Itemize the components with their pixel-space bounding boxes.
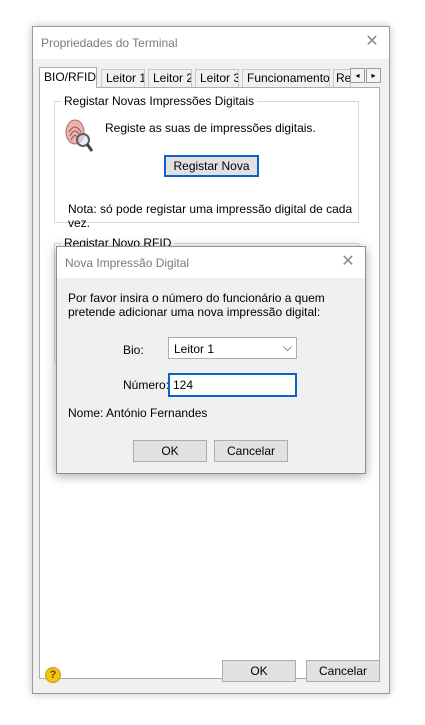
help-icon[interactable]: ? bbox=[45, 667, 61, 683]
tab-scroll-right-icon[interactable]: ▸ bbox=[366, 68, 381, 83]
cancel-button[interactable]: Cancelar bbox=[306, 660, 380, 682]
number-input[interactable] bbox=[168, 373, 297, 397]
group-fingerprint-label: Registar Novas Impressões Digitais bbox=[61, 94, 258, 108]
close-icon[interactable]: ✕ bbox=[363, 33, 381, 51]
dialog-title-bar: Nova Impressão Digital ✕ bbox=[57, 247, 365, 278]
window-title: Propriedades do Terminal bbox=[41, 36, 178, 50]
dialog-title: Nova Impressão Digital bbox=[65, 256, 190, 270]
tab-scroll-arrows: ◂ ▸ bbox=[349, 68, 381, 83]
fingerprint-icon bbox=[65, 119, 93, 152]
number-label: Número: bbox=[123, 378, 170, 392]
register-new-fingerprint-button[interactable]: Registar Nova bbox=[164, 155, 259, 177]
bio-select-value: Leitor 1 bbox=[174, 342, 215, 356]
dialog-instruction: Por favor insira o número do funcionário… bbox=[68, 291, 325, 319]
bio-label: Bio: bbox=[123, 343, 144, 357]
fingerprint-note: Nota: só pode registar uma impressão dig… bbox=[68, 202, 353, 230]
tab-leitor-2[interactable]: Leitor 2 bbox=[148, 69, 192, 87]
employee-name: Nome: António Fernandes bbox=[68, 406, 208, 420]
tab-scroll-left-icon[interactable]: ◂ bbox=[350, 68, 365, 83]
tab-strip: BIO/RFID Leitor 1 Leitor 2 Leitor 3 Func… bbox=[39, 67, 383, 88]
title-bar: Propriedades do Terminal ✕ bbox=[33, 27, 389, 59]
dialog-cancel-button[interactable]: Cancelar bbox=[214, 440, 288, 462]
group-fingerprint: Registar Novas Impressões Digitais Regis… bbox=[54, 94, 359, 230]
chevron-down-icon: ⌵ bbox=[282, 340, 292, 354]
dialog-ok-button[interactable]: OK bbox=[133, 440, 207, 462]
bio-select[interactable]: Leitor 1 ⌵ bbox=[168, 337, 297, 359]
tab-bio-rfid[interactable]: BIO/RFID bbox=[39, 67, 97, 88]
tab-funcionamento[interactable]: Funcionamento bbox=[242, 69, 330, 87]
new-fingerprint-dialog: Nova Impressão Digital ✕ Por favor insir… bbox=[56, 246, 366, 474]
tab-leitor-3[interactable]: Leitor 3 bbox=[195, 69, 239, 87]
fingerprint-description: Registe as suas de impressões digitais. bbox=[105, 121, 316, 135]
tab-leitor-1[interactable]: Leitor 1 bbox=[101, 69, 145, 87]
ok-button[interactable]: OK bbox=[222, 660, 296, 682]
dialog-close-icon[interactable]: ✕ bbox=[339, 253, 357, 271]
